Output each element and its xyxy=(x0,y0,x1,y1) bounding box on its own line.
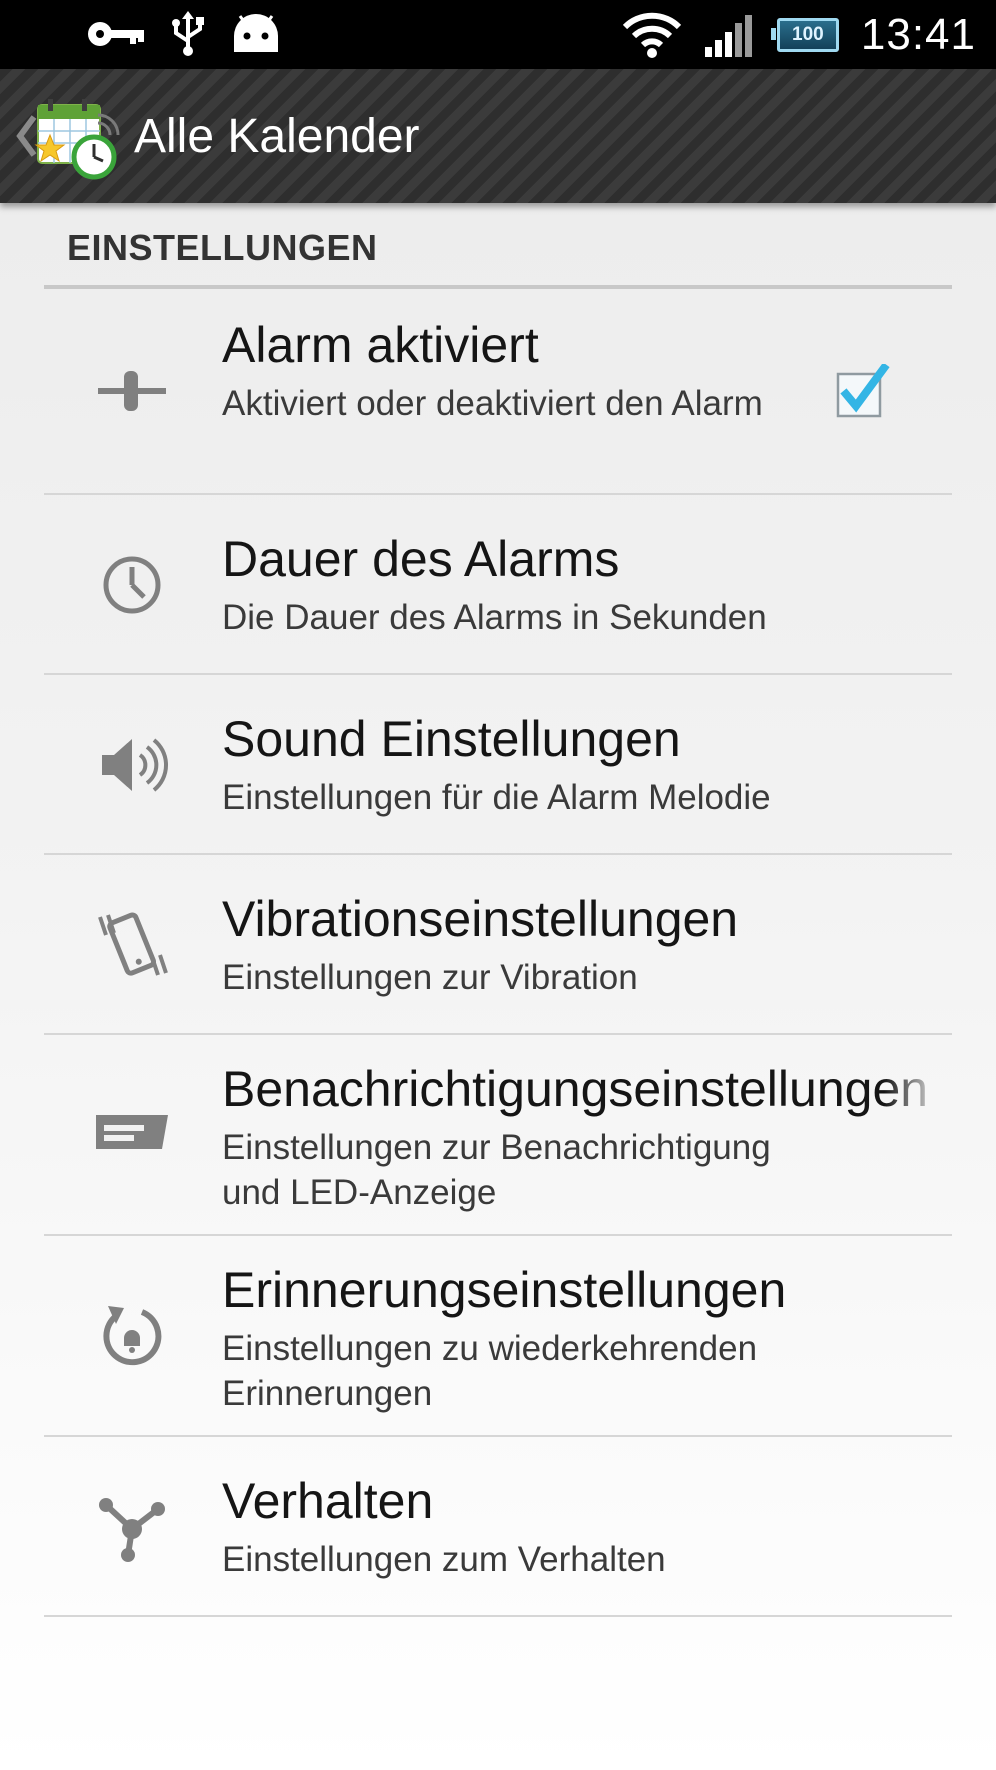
android-icon xyxy=(234,14,278,52)
pref-behavior[interactable]: Verhalten Einstellungen zum Verhalten xyxy=(44,1437,952,1617)
pref-title: Sound Einstellungen xyxy=(222,711,681,767)
pref-notification-settings[interactable]: Benachrichtigungseinstellungen Einstellu… xyxy=(44,1035,952,1236)
status-clock: 13:41 xyxy=(860,9,976,59)
usb-icon xyxy=(172,11,204,56)
status-system-icons: 100 13:41 xyxy=(622,0,976,69)
toggle-switch-icon xyxy=(98,371,166,411)
vibrate-phone-icon xyxy=(98,912,168,976)
pref-alarm-duration[interactable]: Dauer des Alarms Die Dauer des Alarms in… xyxy=(44,495,952,675)
pref-vibration-settings[interactable]: Vibrationseinstellungen Einstellungen zu… xyxy=(44,855,952,1035)
clock-icon xyxy=(103,556,161,614)
wifi-icon xyxy=(622,12,681,58)
signal-icon xyxy=(704,14,752,57)
pref-summary: Einstellungen zu wiederkehrenden Erinner… xyxy=(222,1329,758,1413)
key-icon xyxy=(88,22,144,46)
pref-summary: Die Dauer des Alarms in Sekunden xyxy=(222,598,767,637)
calendar-clock-icon[interactable] xyxy=(32,95,120,183)
pref-summary: Einstellungen zur Benachrichtigung und L… xyxy=(222,1128,771,1212)
notification-icon xyxy=(96,1115,168,1149)
speaker-icon xyxy=(102,738,168,792)
pref-title: Benachrichtigungseinstellungen xyxy=(222,1061,929,1117)
pref-reminder-settings[interactable]: Erinnerungseinstellungen Einstellungen z… xyxy=(44,1236,952,1437)
pref-title: Erinnerungseinstellungen xyxy=(222,1262,787,1318)
alarm-enabled-checkbox[interactable] xyxy=(834,364,890,420)
pref-alarm-enabled[interactable]: Alarm aktiviert Aktiviert oder deaktivie… xyxy=(44,289,952,495)
behavior-nodes-icon xyxy=(99,1498,165,1562)
pref-title: Dauer des Alarms xyxy=(222,531,620,587)
pref-summary: Einstellungen zur Vibration xyxy=(222,958,638,997)
status-notification-icons xyxy=(86,11,282,56)
section-header-label: EINSTELLUNGEN xyxy=(67,227,378,268)
battery-icon: 100 xyxy=(770,17,839,52)
pref-summary: Einstellungen für die Alarm Melodie xyxy=(222,778,771,817)
section-header: EINSTELLUNGEN xyxy=(44,203,952,289)
pref-title: Vibrationseinstellungen xyxy=(222,891,739,947)
reminder-bell-icon xyxy=(103,1306,162,1366)
pref-summary: Einstellungen zum Verhalten xyxy=(222,1540,666,1579)
status-bar: 100 13:41 xyxy=(0,0,996,69)
action-bar-title: Alle Kalender xyxy=(134,110,420,163)
pref-summary: Aktiviert oder deaktiviert den Alarm xyxy=(222,384,763,423)
pref-title: Verhalten xyxy=(222,1473,434,1529)
pref-sound-settings[interactable]: Sound Einstellungen Einstellungen für di… xyxy=(44,675,952,855)
action-bar: Alle Kalender xyxy=(0,69,996,203)
